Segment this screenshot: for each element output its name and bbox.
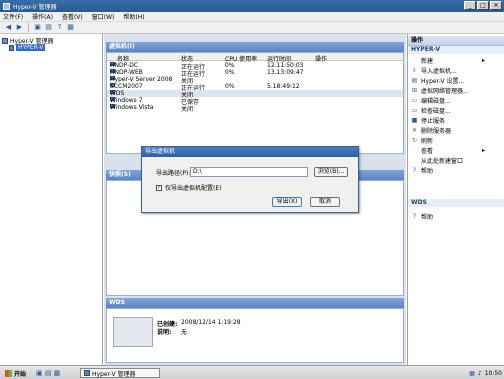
notes-label: 说明: [157, 329, 172, 336]
action-edit-disk[interactable]: ▭ 编辑磁盘... [411, 96, 451, 105]
help-icon: ? [412, 213, 417, 220]
tree-server-hyperv[interactable]: HYPER-V [9, 44, 46, 51]
taskbar-item-hyperv[interactable]: Hyper-V 管理器 [80, 368, 160, 378]
dialog-title: 导出虚拟机 [142, 147, 358, 157]
navigation-tree: Hyper-V 管理器 HYPER-V [0, 34, 103, 365]
vm-section-header: 虚拟机(I) [106, 42, 404, 52]
action-inspect-disk[interactable]: ▭ 检查磁盘... [411, 106, 451, 115]
vm-list-header: 名称 状态 CPU 使用率 运行时间 操作 [107, 53, 403, 63]
back-icon[interactable]: ◀ [4, 23, 13, 32]
menu-view[interactable]: 查看(V) [62, 12, 83, 21]
vm-row[interactable]: HNDP-WEB 正在运行 0% 13.13:09:47 [107, 69, 403, 78]
title-bar: Hyper-V 管理器 _ □ ✕ [0, 0, 504, 12]
menu-action[interactable]: 操作(A) [32, 12, 53, 21]
toolbar: ◀ ▶ ▣ ▤ ? ▦ [0, 22, 504, 34]
settings-icon: ▤ [411, 77, 418, 84]
maximize-button[interactable]: □ [477, 1, 489, 10]
action-import-vm[interactable]: ⇩ 导入虚拟机... [411, 66, 457, 75]
menu-help[interactable]: 帮助(H) [123, 12, 144, 21]
action-remove-server[interactable]: ✕ 删除服务器 [411, 126, 451, 135]
export-path-input[interactable]: D:\ [190, 167, 308, 177]
inspect-disk-icon: ▭ [411, 107, 418, 114]
new-window-icon [411, 157, 418, 164]
notes-value: 无 [181, 329, 188, 336]
checkbox-check-icon: ✓ [156, 184, 162, 191]
action-hyperv-settings[interactable]: ▤ Hyper-V 设置... [411, 76, 465, 85]
vm-row[interactable]: Hyper-V Server 2008 关闭 [107, 76, 403, 85]
remove-icon: ✕ [411, 127, 418, 134]
action-help[interactable]: ? 帮助 [411, 166, 433, 175]
server-icon [9, 44, 14, 51]
view-icon [411, 147, 418, 154]
action-stop-service[interactable]: ■ 停止服务 [411, 116, 445, 125]
export-path-label: 导出路径(P): [156, 170, 191, 177]
edit-disk-icon: ▭ [411, 97, 418, 104]
refresh-icon: ↻ [411, 137, 418, 144]
cancel-button[interactable]: 取消 [310, 197, 340, 207]
minimize-button[interactable]: _ [464, 1, 476, 10]
actions-section-hyperv[interactable]: HYPER-V [408, 46, 504, 54]
action-view[interactable]: 查看 ▸ [411, 146, 485, 155]
import-icon: ⇩ [411, 67, 418, 74]
menu-bar: 文件(F) 操作(A) 查看(V) 窗口(W) 帮助(H) [0, 12, 504, 22]
action-new-window[interactable]: 从此处新建窗口 [411, 156, 463, 165]
quicklaunch-icons[interactable]: ▣ ▤ ▦ [36, 369, 60, 377]
show-hide-tree-icon[interactable]: ▤ [44, 23, 53, 32]
export-button[interactable]: 导出(X) [272, 197, 302, 207]
vm-row[interactable]: SCCM2007 正在运行 0% 5.18:49:12 [107, 83, 403, 92]
stop-icon: ■ [411, 117, 418, 124]
system-tray: ▦ ♪ 10:50 [469, 368, 502, 378]
network-tray-icon[interactable]: ▦ [469, 370, 475, 377]
hyperv-manager-icon [2, 37, 8, 44]
action-help-wds[interactable]: ? 帮助 [411, 212, 433, 221]
hyperv-task-icon [84, 370, 90, 376]
clock[interactable]: 10:50 [485, 370, 502, 377]
menu-file[interactable]: 文件(F) [3, 12, 23, 21]
close-button[interactable]: ✕ [490, 1, 502, 10]
new-icon [411, 57, 418, 64]
vm-row[interactable]: Windows Vista 关闭 [107, 104, 403, 113]
menu-window[interactable]: 窗口(W) [92, 12, 115, 21]
windows-logo-icon [5, 369, 12, 377]
created-value: 2008/12/14 1:19:28 [181, 319, 241, 326]
browse-button[interactable]: 浏览(B)... [314, 167, 348, 177]
vm-list: 名称 状态 CPU 使用率 运行时间 操作 HNDP-DC 正在运行 0% 12… [106, 52, 404, 154]
help-icon: ? [412, 167, 417, 174]
action-new[interactable]: 新建 ▸ [411, 56, 485, 65]
network-icon: ⊞ [411, 87, 418, 94]
start-button[interactable]: 开始 [2, 368, 29, 378]
properties-icon[interactable]: ▦ [66, 23, 75, 32]
volume-tray-icon[interactable]: ♪ [478, 370, 482, 377]
actions-section-wds[interactable]: WDS [408, 199, 504, 207]
action-virtual-network-manager[interactable]: ⊞ 虚拟网络管理器... [411, 86, 469, 95]
up-icon[interactable]: ▣ [33, 23, 42, 32]
details-section-header: WDS [106, 298, 404, 308]
window-title: Hyper-V 管理器 [13, 3, 57, 11]
taskbar: 开始 ▣ ▤ ▦ Hyper-V 管理器 ▦ ♪ 10:50 [0, 365, 504, 379]
details-panel: 已创建: 2008/12/14 1:19:28 说明: 无 [106, 308, 404, 363]
action-refresh[interactable]: ↻ 刷新 [411, 136, 433, 145]
forward-icon[interactable]: ▶ [15, 23, 24, 32]
vm-row[interactable]: HNDP-DC 正在运行 0% 12.11:50:03 [107, 62, 403, 71]
vm-row-selected[interactable]: WDS 关闭 [107, 90, 403, 99]
vm-row[interactable]: Windows 7 已保存 [107, 97, 403, 106]
export-vm-dialog: 导出虚拟机 导出路径(P): D:\ 浏览(B)... ✓ 仅导出虚拟机配置(E… [141, 146, 359, 213]
actions-title: 操作 [408, 36, 504, 46]
vm-thumbnail [113, 317, 153, 347]
app-icon [3, 2, 10, 10]
export-config-only-checkbox[interactable]: ✓ 仅导出虚拟机配置(E) [156, 183, 221, 192]
help-icon[interactable]: ? [55, 23, 64, 32]
actions-pane: 操作 HYPER-V 新建 ▸ ⇩ 导入虚拟机... ▤ Hyper-V 设置... … [407, 34, 504, 365]
